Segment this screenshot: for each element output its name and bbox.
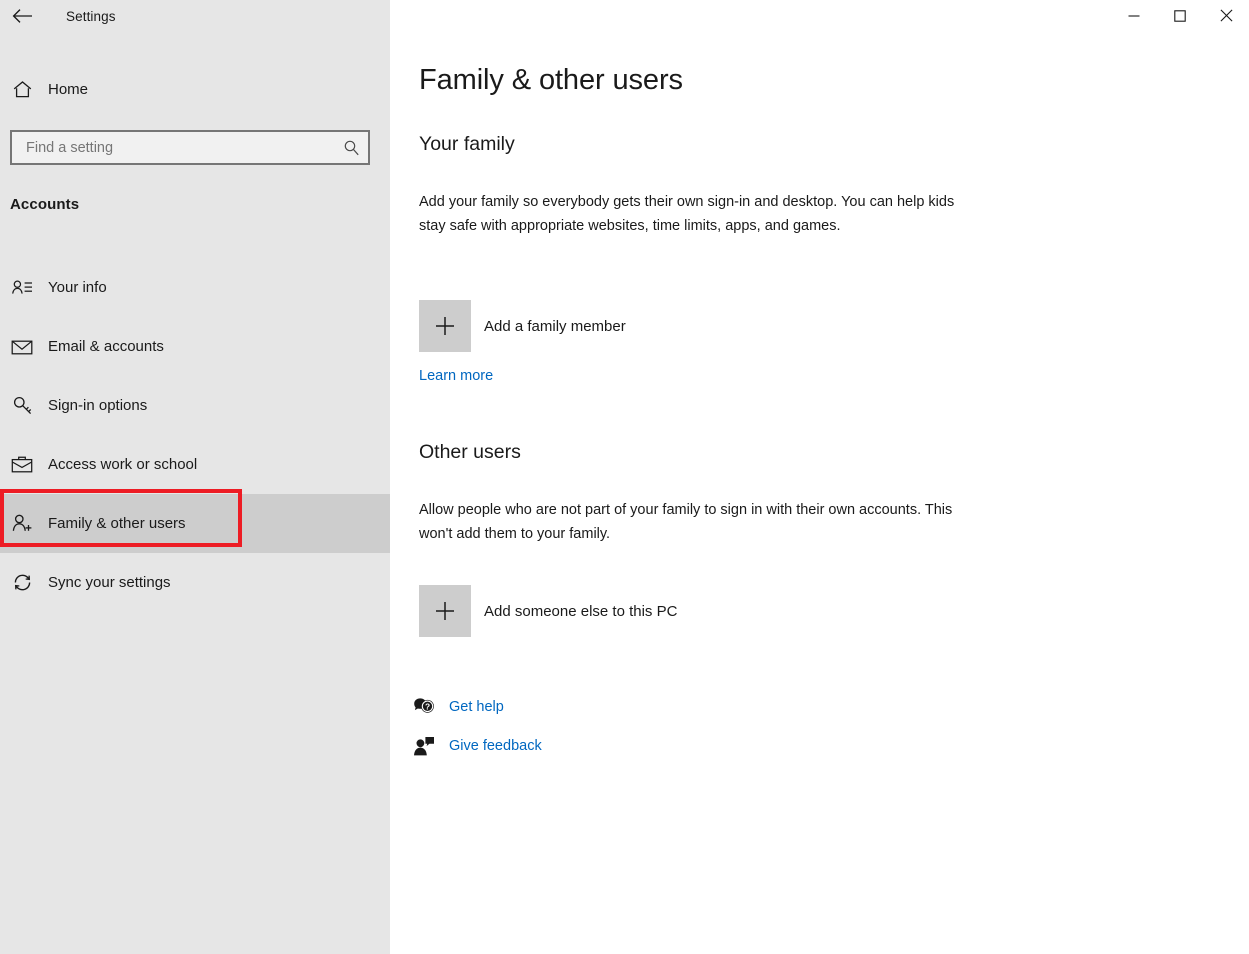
get-help-label: Get help <box>449 699 504 715</box>
main-content: Family & other users Your family Add you… <box>390 0 1249 954</box>
your-family-description: Add your family so everybody gets their … <box>419 190 974 238</box>
sidebar-item-label: Sign-in options <box>48 397 147 414</box>
settings-window: Home Accounts <box>0 0 1249 954</box>
arrow-left-icon <box>12 8 34 24</box>
sidebar-item-label: Access work or school <box>48 456 197 473</box>
sidebar-item-email-accounts[interactable]: Email & accounts <box>0 317 390 376</box>
sidebar-item-signin-options[interactable]: Sign-in options <box>0 376 390 435</box>
contact-card-icon <box>0 278 44 298</box>
sidebar-item-family-other-users[interactable]: Family & other users <box>0 494 390 553</box>
get-help-link[interactable]: ? Get help <box>409 697 504 716</box>
page-title: Family & other users <box>419 64 683 97</box>
sidebar-section-header: Accounts <box>10 196 79 213</box>
add-someone-else-label: Add someone else to this PC <box>484 603 677 620</box>
other-users-description: Allow people who are not part of your fa… <box>419 498 974 546</box>
sidebar-item-access-work-school[interactable]: Access work or school <box>0 435 390 494</box>
plus-icon <box>419 585 471 637</box>
your-family-heading: Your family <box>419 133 515 156</box>
search-input[interactable] <box>12 132 334 163</box>
sidebar-item-label: Email & accounts <box>48 338 164 355</box>
window-controls <box>390 0 1249 32</box>
close-button[interactable] <box>1203 0 1249 31</box>
maximize-icon <box>1174 10 1186 22</box>
minimize-icon <box>1128 10 1140 22</box>
add-someone-else-button[interactable]: Add someone else to this PC <box>419 585 677 637</box>
minimize-button[interactable] <box>1111 0 1157 31</box>
sidebar-item-home[interactable]: Home <box>0 74 390 104</box>
key-icon <box>0 395 44 416</box>
add-user-icon <box>0 513 44 534</box>
give-feedback-label: Give feedback <box>449 738 542 754</box>
app-title: Settings <box>66 9 116 24</box>
search-box[interactable] <box>10 130 370 165</box>
help-bubble-icon: ? <box>409 697 439 716</box>
feedback-person-icon <box>409 736 439 756</box>
plus-icon <box>419 300 471 352</box>
title-bar-left: Settings <box>0 0 390 32</box>
briefcase-icon <box>0 455 44 474</box>
sidebar-nav-list: Your info Email & accounts <box>0 258 390 612</box>
home-icon <box>0 79 44 100</box>
back-button[interactable] <box>0 0 46 32</box>
sidebar-item-label: Family & other users <box>48 515 186 532</box>
sidebar-item-sync-settings[interactable]: Sync your settings <box>0 553 390 612</box>
sync-icon <box>0 572 44 593</box>
sidebar: Home Accounts <box>0 0 390 954</box>
envelope-icon <box>0 338 44 356</box>
add-family-member-label: Add a family member <box>484 318 626 335</box>
svg-text:?: ? <box>425 702 430 712</box>
sidebar-item-label: Your info <box>48 279 107 296</box>
sidebar-item-home-label: Home <box>48 81 88 98</box>
learn-more-link[interactable]: Learn more <box>419 368 493 384</box>
search-icon[interactable] <box>334 132 368 163</box>
maximize-button[interactable] <box>1157 0 1203 31</box>
sidebar-item-your-info[interactable]: Your info <box>0 258 390 317</box>
give-feedback-link[interactable]: Give feedback <box>409 736 542 756</box>
sidebar-item-label: Sync your settings <box>48 574 171 591</box>
close-icon <box>1220 9 1233 22</box>
add-family-member-button[interactable]: Add a family member <box>419 300 626 352</box>
other-users-heading: Other users <box>419 441 521 464</box>
title-bar: Settings <box>0 0 1249 32</box>
